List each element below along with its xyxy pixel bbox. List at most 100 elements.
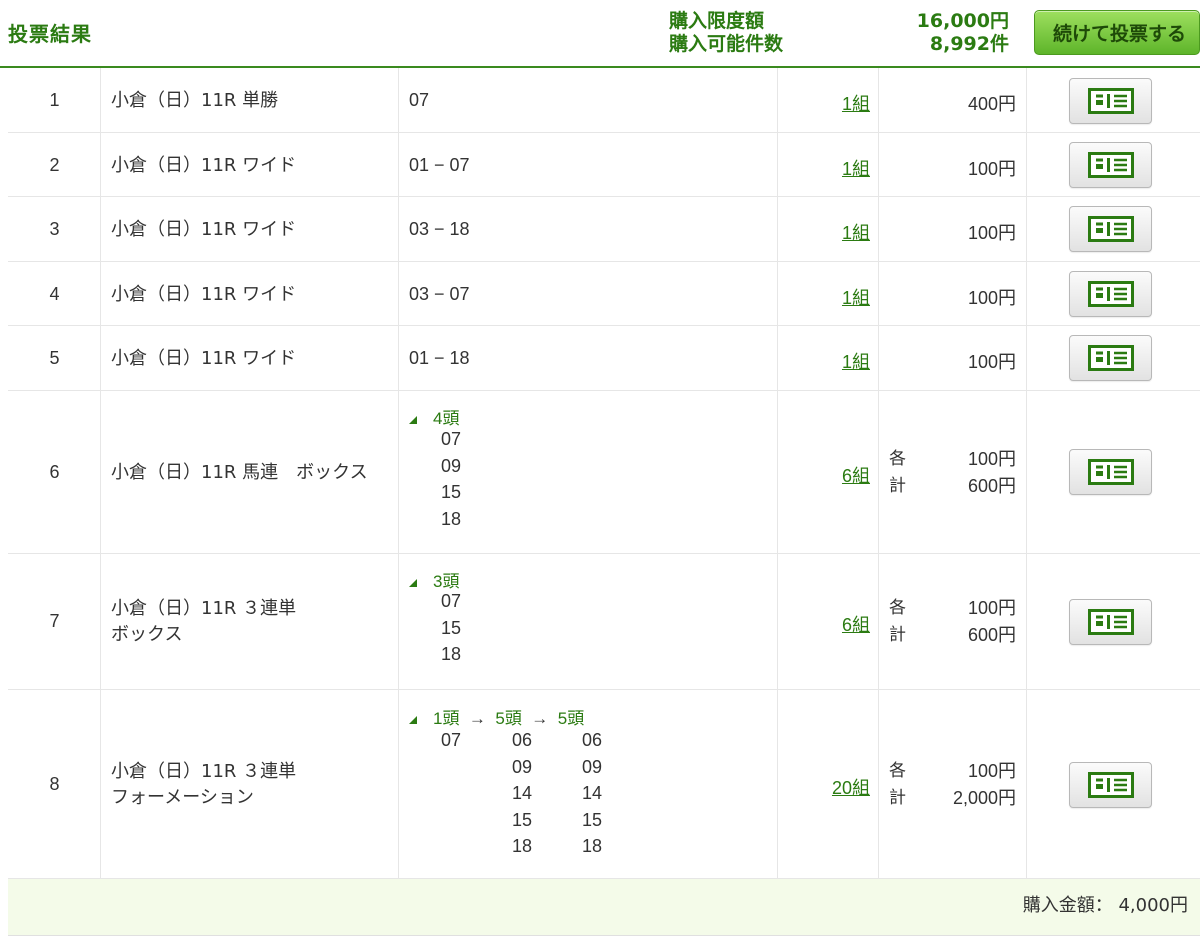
formation-head-counts: 1頭 → 5頭 → 5頭 [409, 704, 584, 729]
amount: 400円 [967, 94, 1016, 114]
ticket-icon [1087, 216, 1134, 242]
race-info: 小倉（日）11R ワイド [111, 155, 297, 176]
each-amount: 100円 [967, 598, 1016, 618]
horse-number: 09 [441, 455, 462, 476]
horse-numbers: 01 − 18 [409, 348, 470, 368]
race-info: 小倉（日）11R ワイド [111, 348, 297, 369]
ticket-icon [1087, 281, 1134, 307]
horse-number: 18 [512, 836, 533, 856]
sets-link[interactable]: 6組 [842, 611, 870, 637]
bet-results-table: 1 小倉（日）11R 単勝 07 1組 400円 2 小倉（日）11R ワイド … [8, 68, 1200, 936]
ticket-icon [1087, 88, 1134, 114]
row-number: 7 [49, 611, 60, 631]
race-info: 小倉（日）11R ワイド [111, 284, 297, 305]
race-info: 小倉（日）11R ３連単 フォーメーション [111, 761, 297, 808]
ticket-icon [1087, 609, 1134, 635]
horse-number: 18 [441, 644, 462, 664]
arrow-icon: → [531, 709, 549, 728]
collapse-triangle-icon[interactable] [409, 578, 417, 587]
ticket-icon [1087, 772, 1134, 798]
formation-first: 07 [441, 727, 461, 754]
horse-number: 09 [512, 756, 533, 777]
row-number: 2 [49, 155, 60, 175]
total-amount: 2,000円 [952, 788, 1016, 808]
sets-link[interactable]: 1組 [842, 90, 870, 116]
ticket-detail-button[interactable] [1069, 762, 1152, 808]
table-row: 5 小倉（日）11R ワイド 01 − 18 1組 100円 [8, 326, 1200, 391]
limit-labels: 購入限度額 購入可能件数 [669, 10, 783, 56]
horse-number: 06 [582, 730, 603, 750]
ticket-detail-button[interactable] [1069, 78, 1152, 124]
row-number: 6 [49, 462, 60, 482]
ticket-icon [1087, 459, 1134, 485]
purchase-limit-label: 購入限度額 [669, 10, 765, 32]
horse-numbers: 01 − 07 [409, 155, 470, 175]
row-number: 1 [49, 90, 60, 110]
purchase-limit-value: 16,000円 [916, 10, 1009, 32]
race-info: 小倉（日）11R 単勝 [111, 90, 279, 111]
amount: 100円 [967, 352, 1016, 372]
purchase-total-label: 購入金額： [1022, 895, 1113, 916]
horse-list: 07 15 18 [441, 588, 461, 668]
row-number: 5 [49, 348, 60, 368]
horse-number: 18 [441, 508, 462, 529]
sets-link[interactable]: 20組 [832, 774, 870, 800]
sets-link[interactable]: 1組 [842, 219, 870, 245]
horse-number: 15 [441, 617, 462, 638]
horse-number: 15 [582, 809, 603, 830]
table-row: 3 小倉（日）11R ワイド 03 − 18 1組 100円 [8, 197, 1200, 262]
purchase-count-label: 購入可能件数 [669, 33, 784, 55]
amount-labels: 各計 [889, 598, 906, 645]
horse-list: 07 09 15 18 [441, 426, 461, 532]
ticket-detail-button[interactable] [1069, 449, 1152, 495]
horse-numbers: 03 − 18 [409, 219, 470, 239]
amount: 100円 [967, 223, 1016, 243]
collapse-triangle-icon[interactable] [409, 415, 417, 424]
table-row: 7 小倉（日）11R ３連単 ボックス 3頭 07 15 18 6組 各計 100… [8, 554, 1200, 690]
page-title: 投票結果 [8, 22, 92, 46]
amount-values: 100円 600円 [968, 446, 1016, 500]
ticket-icon [1087, 152, 1134, 178]
horse-number: 09 [582, 756, 603, 777]
sets-link[interactable]: 1組 [842, 155, 870, 181]
race-info: 小倉（日）11R ３連単 ボックス [111, 598, 297, 645]
footer-total-bar: 購入金額： 4,000円 [8, 879, 1200, 936]
horse-number: 06 [512, 730, 533, 750]
each-amount: 100円 [967, 449, 1016, 469]
horse-number: 07 [441, 591, 462, 611]
row-number: 3 [49, 219, 60, 239]
ticket-detail-button[interactable] [1069, 206, 1152, 252]
continue-voting-button[interactable]: 続けて投票する [1034, 10, 1200, 55]
sets-link[interactable]: 1組 [842, 348, 870, 374]
horse-numbers: 07 [409, 90, 430, 110]
sets-link[interactable]: 6組 [842, 462, 870, 488]
purchase-total: 購入金額： 4,000円 [1023, 891, 1188, 917]
total-amount: 600円 [967, 625, 1016, 645]
ticket-detail-button[interactable] [1069, 335, 1152, 381]
race-info: 小倉（日）11R ワイド [111, 219, 297, 240]
amount: 100円 [967, 159, 1016, 179]
horse-number: 15 [512, 809, 533, 830]
table-row: 8 小倉（日）11R ３連単 フォーメーション 1頭 → 5頭 → 5頭 07 0… [8, 690, 1200, 879]
horse-number: 14 [512, 783, 533, 803]
row-number: 4 [49, 284, 60, 304]
horse-number: 07 [441, 429, 462, 449]
amount-labels: 各計 [889, 761, 906, 808]
arrow-icon: → [468, 709, 486, 728]
ticket-detail-button[interactable] [1069, 142, 1152, 188]
sets-link[interactable]: 1組 [842, 284, 870, 310]
amount-values: 100円 2,000円 [953, 758, 1016, 812]
horse-number: 14 [582, 783, 603, 803]
formation-second: 06 09 14 15 18 [512, 727, 532, 860]
formation-third: 06 09 14 15 18 [582, 727, 602, 860]
ticket-detail-button[interactable] [1069, 271, 1152, 317]
limit-values: 16,000円 8,992件 [917, 10, 1009, 56]
horse-numbers: 03 − 07 [409, 284, 470, 304]
amount-labels: 各計 [889, 449, 906, 496]
table-row: 1 小倉（日）11R 単勝 07 1組 400円 [8, 68, 1200, 133]
collapse-triangle-icon[interactable] [409, 715, 417, 724]
race-info: 小倉（日）11R 馬連 ボックス [111, 462, 368, 483]
horse-number: 18 [582, 836, 603, 856]
ticket-detail-button[interactable] [1069, 599, 1152, 645]
table-row: 6 小倉（日）11R 馬連 ボックス 4頭 07 09 15 18 6組 各計 … [8, 391, 1200, 554]
